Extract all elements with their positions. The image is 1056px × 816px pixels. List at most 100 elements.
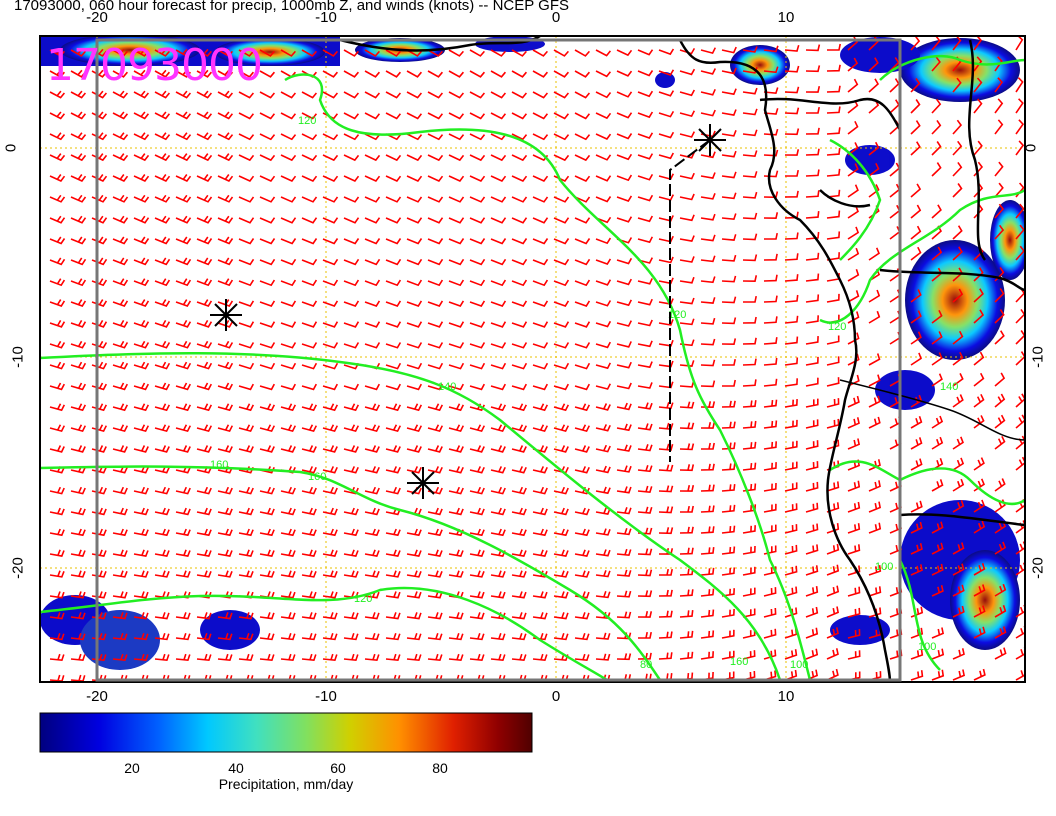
wind-barb	[91, 382, 108, 391]
svg-text:120: 120	[298, 115, 316, 127]
wind-barb	[805, 523, 819, 534]
wind-barb	[259, 279, 276, 287]
wind-barb	[70, 111, 87, 120]
wind-barb	[658, 589, 673, 597]
wind-barb	[49, 570, 65, 578]
wind-barb	[973, 457, 985, 471]
wind-barb	[385, 403, 402, 412]
wind-barb	[427, 321, 444, 328]
wind-barb	[742, 108, 758, 116]
wind-barb	[70, 528, 86, 537]
wind-barb	[826, 418, 840, 429]
wind-barb	[973, 372, 985, 387]
wind-barb	[91, 591, 107, 599]
wind-barb	[805, 190, 820, 198]
wind-barb	[385, 362, 402, 370]
wind-barb	[637, 402, 653, 410]
wind-barb	[427, 196, 444, 203]
wind-barb	[721, 254, 737, 262]
wind-barb	[280, 258, 297, 266]
wind-barb	[49, 674, 65, 682]
wind-barb	[364, 653, 380, 662]
wind-barb	[784, 128, 800, 136]
wind-barb	[49, 278, 66, 287]
wind-barb	[217, 549, 233, 558]
wind-barb	[511, 507, 527, 516]
wind-barb	[175, 570, 191, 578]
wind-barb	[910, 458, 923, 471]
wind-barb	[238, 258, 255, 266]
wind-barb	[931, 119, 942, 135]
wind-barb	[301, 632, 317, 641]
wind-barb	[70, 382, 87, 391]
wind-barb	[259, 91, 276, 99]
wind-barb	[217, 570, 233, 578]
svg-text:140: 140	[438, 381, 456, 393]
wind-barb	[385, 653, 401, 662]
wind-barb	[196, 507, 212, 516]
wind-barb	[637, 215, 654, 223]
wind-barb	[469, 528, 485, 537]
wind-barb	[406, 175, 423, 182]
wind-barb	[448, 632, 464, 641]
wind-barb	[805, 586, 819, 597]
wind-barb	[763, 628, 777, 639]
wind-barb	[406, 528, 422, 537]
wind-barb	[532, 321, 549, 328]
wind-barb	[301, 403, 318, 412]
wind-barb	[175, 549, 191, 558]
wind-barb	[175, 153, 192, 162]
wind-barb	[385, 445, 401, 453]
wind-barb	[721, 463, 736, 471]
wind-barb	[448, 238, 465, 245]
wind-barb	[196, 132, 213, 141]
wind-barb	[469, 342, 486, 349]
wind-barb	[826, 168, 841, 177]
wind-barb	[196, 299, 213, 307]
wind-barb	[595, 196, 612, 203]
wind-barb	[91, 361, 108, 370]
wind-barb	[364, 424, 381, 433]
svg-text:160: 160	[210, 459, 228, 471]
wind-barb	[826, 335, 840, 345]
wind-barb	[490, 321, 507, 328]
wind-barb	[49, 361, 66, 370]
wind-barb	[280, 612, 296, 620]
wind-barb	[448, 321, 465, 328]
wind-barb	[784, 461, 798, 471]
wind-barb	[574, 528, 590, 537]
wind-barb	[175, 486, 191, 495]
wind-barb	[406, 279, 423, 287]
colorbar-label: Precipitation, mm/day	[218, 776, 354, 792]
wind-barb	[49, 153, 66, 162]
wind-barb	[112, 528, 128, 537]
wind-barb	[511, 466, 527, 474]
wind-barb	[91, 132, 108, 141]
wind-barb	[196, 236, 213, 245]
wind-barb	[154, 257, 171, 266]
wind-barb	[532, 591, 548, 599]
wind-barb	[196, 153, 213, 162]
wind-barb	[679, 547, 694, 555]
wind-barb	[553, 612, 569, 620]
wind-barb	[658, 610, 673, 618]
wind-barb	[784, 232, 799, 240]
wind-barb	[364, 570, 380, 578]
wind-barb	[385, 424, 402, 433]
wind-barb	[532, 49, 548, 57]
wind-barb	[91, 549, 107, 558]
wind-barb	[616, 195, 633, 202]
wind-barb	[595, 341, 612, 349]
wind-barb	[280, 591, 296, 599]
wind-barb	[448, 91, 465, 99]
wind-barb	[91, 111, 108, 120]
lat-tick-left: -20	[9, 557, 27, 579]
wind-barb	[259, 612, 275, 620]
wind-barb	[364, 91, 381, 99]
wind-barb	[217, 153, 234, 162]
wind-barb	[259, 112, 276, 120]
wind-barb	[658, 90, 675, 97]
wind-barb	[805, 356, 819, 366]
wind-barb	[637, 382, 653, 389]
wind-barb	[658, 48, 675, 56]
